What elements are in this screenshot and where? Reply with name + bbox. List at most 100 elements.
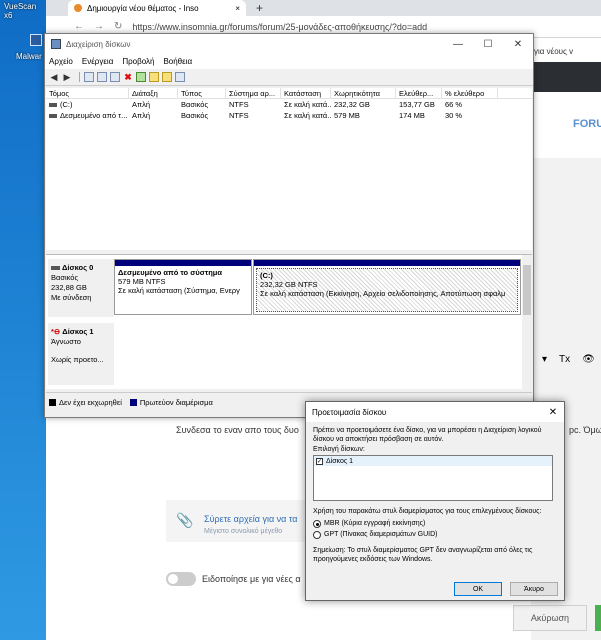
delete-icon[interactable]: ✖ [123, 72, 133, 82]
disk-icon [51, 266, 60, 271]
menu-bar: Αρχείο Ενέργεια Προβολή Βοήθεια [45, 54, 533, 69]
browser-tab[interactable]: Δημιουργία νέου θέματος - Inso × [68, 0, 246, 16]
table-cell: 66 % [445, 100, 463, 109]
clear-format-icon[interactable]: Tx [559, 354, 570, 365]
table-cell: Σε καλή κατά... [284, 111, 331, 120]
tab-close-icon[interactable]: × [235, 4, 240, 13]
forward-icon[interactable]: ▶ [62, 72, 72, 82]
volume-name: Δεσμευμένο από τ... [60, 111, 128, 120]
preview-icon[interactable]: 👁 [582, 354, 595, 365]
reload-icon[interactable]: ↻ [114, 21, 122, 32]
forum-nav-tab[interactable]: FORU [573, 118, 601, 130]
url-text[interactable]: https://www.insomnia.gr/forums/forum/25-… [132, 22, 427, 32]
table-row[interactable]: (C:) Απλή Βασικός NTFS Σε καλή κατά... 2… [46, 99, 532, 110]
menu-file[interactable]: Αρχείο [49, 57, 73, 66]
legend-item: Δεν έχει εκχωρηθεί [49, 398, 122, 407]
view-list-icon[interactable] [175, 72, 185, 82]
menu-help[interactable]: Βοήθεια [163, 57, 192, 66]
gpt-option[interactable]: GPT (Πίνακας διαμερισμάτων GUID) [313, 529, 557, 540]
table-header: Τόμος Διάταξη Τύπος Σύστημα αρ... Κατάστ… [46, 87, 532, 99]
ok-button[interactable]: OK [454, 582, 502, 596]
disk-1-status: Χωρίς προετο... [51, 355, 104, 364]
dialog-intro: Πρέπει να προετοιμάσετε ένα δίσκο, για ν… [313, 427, 542, 443]
cancel-button[interactable]: Άκυρο [510, 582, 558, 596]
menu-view[interactable]: Προβολή [122, 57, 154, 66]
submit-post-button[interactable] [595, 605, 601, 631]
connect-icon[interactable] [110, 72, 120, 82]
maximize-button[interactable]: ☐ [473, 39, 503, 50]
column-header[interactable]: Τύπος [178, 87, 226, 99]
disk-0-info[interactable]: Δίσκος 0 Βασικός 232,88 GB Με σύνδεση [48, 259, 114, 317]
dropdown-icon[interactable]: ▾ [542, 354, 547, 365]
error-icon: *⊖ [51, 327, 61, 336]
scrollbar-thumb[interactable] [523, 265, 531, 315]
table-cell: 579 MB [334, 111, 360, 120]
column-header[interactable]: Κατάσταση [281, 87, 331, 99]
mbr-label: MBR (Κύρια εγγραφή εκκίνησης) [324, 520, 426, 527]
desktop-icon-label[interactable]: Malwar [16, 52, 42, 61]
mbr-radio[interactable] [313, 519, 321, 528]
list-item[interactable]: ✓ Δίσκος 1 [314, 456, 552, 466]
volume-icon [49, 103, 57, 108]
volume-table: Τόμος Διάταξη Τύπος Σύστημα αρ... Κατάστ… [46, 87, 532, 250]
disk-0-name: Δίσκος 0 [62, 263, 94, 272]
table-cell: Σε καλή κατά... [284, 100, 331, 109]
column-header[interactable]: Τόμος [46, 87, 129, 99]
gpt-note: Σημείωση: Το στυλ διαμερίσματος GPT δεν … [313, 547, 533, 563]
post-body-text[interactable]: Συνδεσα το εναν απο τους δυο [176, 425, 299, 435]
post-body-text-right[interactable]: pc. Όμω [569, 425, 601, 435]
partition-size: 579 MB NTFS [118, 277, 166, 286]
notify-option: Ειδοποίησε με για νέες α [166, 572, 301, 586]
partition-title: Δεσμευμένο από το σύστημα [118, 268, 222, 277]
table-row[interactable]: Δεσμευμένο από τ... Απλή Βασικός NTFS Σε… [46, 110, 532, 121]
properties-icon[interactable] [84, 72, 94, 82]
vertical-scrollbar[interactable] [522, 255, 532, 390]
close-icon[interactable]: ✕ [542, 407, 564, 418]
notify-toggle[interactable] [166, 572, 196, 586]
disk-0-size: 232,88 GB [51, 283, 87, 292]
disk-list[interactable]: ✓ Δίσκος 1 [313, 455, 553, 501]
check-icon[interactable] [136, 72, 146, 82]
close-button[interactable]: ✕ [503, 39, 533, 50]
back-icon[interactable]: ◀ [49, 72, 59, 82]
disk-management-app-icon [51, 39, 61, 49]
site-promo-text[interactable]: για νέους v [534, 40, 601, 62]
editor-toolbar: ▾ Tx 👁 [534, 348, 601, 370]
folder-icon[interactable] [149, 72, 159, 82]
column-header[interactable]: Διάταξη [129, 87, 178, 99]
desktop-icon-label[interactable]: VueScan x6 [4, 2, 46, 20]
gpt-radio[interactable] [313, 530, 321, 539]
back-icon[interactable]: ← [74, 21, 84, 32]
partition-system-reserved[interactable]: Δεσμευμένο από το σύστημα 579 MB NTFS Σε… [114, 259, 252, 315]
menu-action[interactable]: Ενέργεια [82, 57, 113, 66]
table-cell: Βασικός [181, 100, 209, 109]
partition-c-drive[interactable]: (C:) 232,32 GB NTFS Σε καλή κατάσταση (Ε… [253, 259, 521, 315]
dialog-body: Πρέπει να προετοιμάσετε ένα δίσκο, για ν… [306, 422, 564, 568]
tab-title: Δημιουργία νέου θέματος - Inso [87, 3, 199, 13]
disk-management-window: Διαχείριση δίσκων — ☐ ✕ Αρχείο Ενέργεια … [44, 33, 534, 418]
forward-icon[interactable]: → [94, 21, 104, 32]
paperclip-icon: 📎 [176, 512, 194, 528]
minimize-button[interactable]: — [443, 39, 473, 50]
disk-0-type: Βασικός [51, 273, 79, 282]
disk-graphical-view: Δίσκος 0 Βασικός 232,88 GB Με σύνδεση Δε… [46, 254, 532, 390]
disk-1-info[interactable]: *⊖ Δίσκος 1 Άγνωστο Χωρίς προετο... [48, 323, 114, 385]
mbr-option[interactable]: MBR (Κύρια εγγραφή εκκίνησης) [313, 518, 557, 529]
legend-label: Πρωτεύον διαμέρισμα [139, 398, 213, 407]
help-icon[interactable] [97, 72, 107, 82]
column-header[interactable]: % ελεύθερο [442, 87, 498, 99]
select-disks-label: Επιλογή δίσκων: [313, 446, 365, 453]
new-tab-button[interactable]: + [256, 1, 263, 15]
open-icon[interactable] [162, 72, 172, 82]
tab-bar: Δημιουργία νέου θέματος - Inso × + [46, 0, 601, 16]
legend-item: Πρωτεύον διαμέρισμα [129, 398, 213, 407]
toolbar: ◀ ▶ ✖ [45, 69, 533, 86]
table-cell: 174 MB [399, 111, 425, 120]
column-header[interactable]: Χωρητικότητα [331, 87, 396, 99]
column-header[interactable]: Ελεύθερ... [396, 87, 442, 99]
disk-checkbox[interactable]: ✓ [316, 457, 323, 465]
table-cell: 232,32 GB [334, 100, 370, 109]
column-header[interactable]: Σύστημα αρ... [226, 87, 281, 99]
cancel-post-button[interactable]: Ακύρωση [513, 605, 587, 631]
malware-app-icon[interactable] [30, 34, 42, 46]
